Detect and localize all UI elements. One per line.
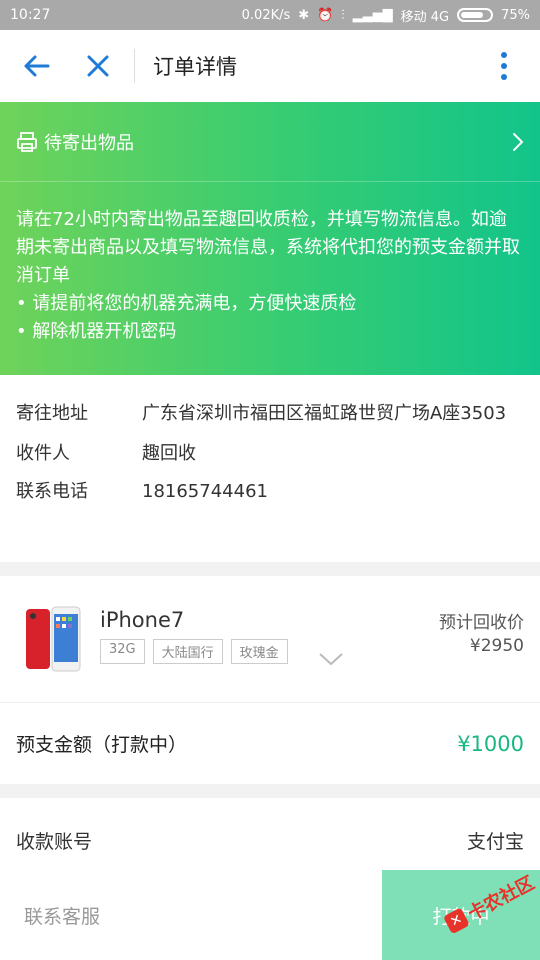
payee-account-value: 支付宝	[466, 830, 524, 853]
shipping-tip: • 请提前将您的机器充满电，方便快速质检	[16, 293, 357, 314]
more-button[interactable]	[468, 30, 540, 102]
shipping-notice-text: 请在72小时内寄出物品至趣回收质检，并填写物流信息。如逾期未寄出商品以及填写物流…	[16, 209, 520, 286]
order-status-label: 待寄出物品	[44, 132, 134, 154]
ship-to-value: 广东省深圳市福田区福虹路世贸广场A座3503	[142, 403, 507, 424]
back-button[interactable]	[0, 30, 72, 102]
nav-divider	[134, 49, 135, 83]
network-speed: 0.02K/s	[241, 7, 291, 23]
tag-color: 玫瑰金	[230, 639, 288, 664]
status-bar: 10:27 0.02K/s ✱ ⏰ ⫶ ▂▃▅▇ 移动 4G 75%	[0, 0, 540, 30]
receiver-value: 趣回收	[142, 443, 196, 464]
estimated-price-label: 预计回收价	[439, 613, 524, 633]
carrier-label: 移动 4G	[400, 9, 450, 25]
alarm-icon: ⏰	[317, 7, 334, 23]
tag-capacity: 32G	[100, 639, 145, 664]
phone-image	[26, 606, 81, 672]
receiver-label: 收件人	[16, 443, 70, 464]
close-button[interactable]	[72, 30, 124, 102]
printer-icon	[17, 131, 37, 152]
chevron-right-icon	[513, 132, 524, 151]
signal-icon: ▂▃▅▇	[352, 7, 393, 23]
shipping-tip: • 解除机器开机密码	[16, 321, 177, 342]
advance-payment-label: 预支金额（打款中）	[16, 734, 188, 756]
product-tags: 32G 大陆国行 玫瑰金	[100, 639, 288, 664]
bluetooth-icon: ✱	[298, 7, 310, 23]
status-right: 0.02K/s ✱ ⏰ ⫶ ▂▃▅▇ 移动 4G 75%	[242, 6, 530, 25]
estimated-price: ¥2950	[469, 636, 524, 656]
chevron-down-icon[interactable]	[318, 652, 344, 666]
contact-service-button[interactable]: 联系客服	[0, 870, 382, 960]
phone-label: 联系电话	[16, 481, 88, 502]
phone-row: 联系电话 18165744461	[16, 477, 524, 507]
tag-region: 大陆国行	[152, 639, 223, 664]
battery-icon	[457, 8, 494, 22]
payee-account-label: 收款账号	[16, 830, 93, 853]
nav-bar: 订单详情	[0, 30, 540, 102]
phone-value[interactable]: 18165744461	[142, 477, 524, 507]
page-title: 订单详情	[153, 55, 237, 79]
ship-to-label: 寄往地址	[16, 403, 88, 424]
status-time: 10:27	[10, 7, 51, 23]
more-vertical-icon	[501, 52, 507, 80]
shipping-notice: 请在72小时内寄出物品至趣回收质检，并填写物流信息。如逾期未寄出商品以及填写物流…	[0, 182, 540, 346]
close-icon	[87, 55, 109, 77]
vibrate-icon: ⫶	[341, 7, 345, 23]
receiver-row: 收件人 趣回收	[16, 439, 524, 469]
address-section: 寄往地址 广东省深圳市福田区福虹路世贸广场A座3503 收件人 趣回收 联系电话…	[0, 375, 540, 562]
product-card[interactable]: iPhone7 32G 大陆国行 玫瑰金 预计回收价 ¥2950	[0, 576, 540, 702]
arrow-left-icon	[24, 55, 50, 77]
advance-payment-row: 预支金额（打款中） ¥1000	[0, 702, 540, 784]
ship-to-row: 寄往地址 广东省深圳市福田区福虹路世贸广场A座3503	[16, 399, 524, 429]
product-name: iPhone7	[100, 608, 185, 632]
order-status-banner: 待寄出物品 请在72小时内寄出物品至趣回收质检，并填写物流信息。如逾期未寄出商品…	[0, 102, 540, 375]
advance-payment-amount: ¥1000	[457, 731, 524, 756]
battery-percent: 75%	[501, 7, 530, 23]
order-status-row[interactable]: 待寄出物品	[0, 102, 540, 182]
